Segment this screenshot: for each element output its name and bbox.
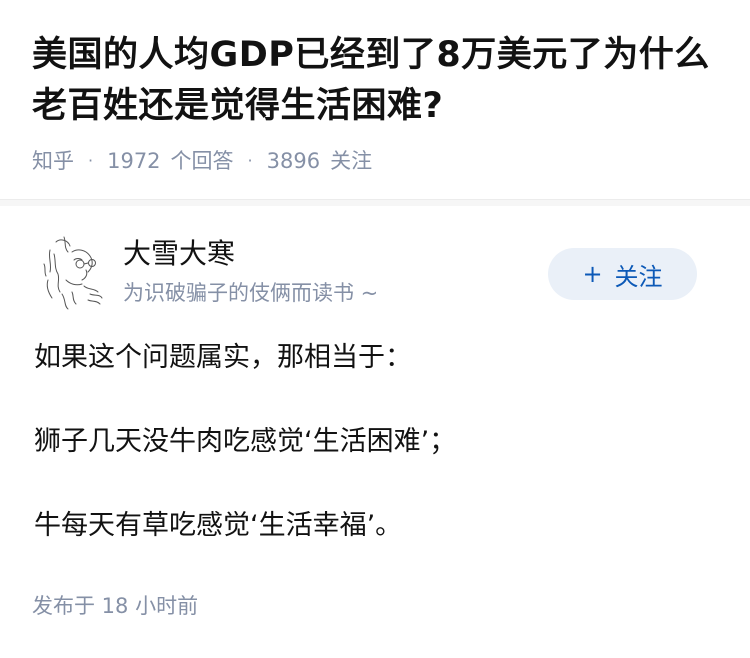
separator-dot: · [247, 150, 253, 170]
author-avatar[interactable] [42, 234, 106, 310]
sketch-avatar-icon [43, 236, 103, 310]
follow-button-label: 关注 [614, 262, 663, 291]
author-bio: 为识破骗子的伎俩而读书 ~ [123, 281, 379, 305]
answer-count[interactable]: 1972 个回答 [107, 145, 233, 175]
author-name[interactable]: 大雪大寒 [123, 236, 235, 272]
answer-content[interactable]: 如果这个问题属实，那相当于： 狮子几天没牛肉吃感觉‘生活困难’； 牛每天有草吃感… [34, 336, 724, 588]
follower-count-label: 关注 [330, 149, 373, 173]
answer-paragraph: 狮子几天没牛肉吃感觉‘生活困难’； [34, 426, 457, 457]
publish-time[interactable]: 发布于 18 小时前 [32, 591, 198, 621]
answer-card: 大雪大寒 为识破骗子的伎俩而读书 ~ + 关注 如果这个问题属实，那相当于： 狮… [0, 206, 750, 658]
source-label[interactable]: 知乎 [32, 145, 74, 175]
follower-count-number: 3896 [266, 149, 321, 173]
answer-paragraph: 牛每天有草吃感觉‘生活幸福’。 [34, 510, 403, 541]
question-meta: 知乎 · 1972 个回答 · 3896 关注 [32, 144, 372, 176]
section-divider [0, 199, 750, 206]
question-title[interactable]: 美国的人均GDP已经到了8万美元了为什么老百姓还是觉得生活困难? [32, 30, 722, 132]
plus-icon: + [582, 260, 603, 288]
answer-count-number: 1972 [107, 149, 161, 173]
follower-count[interactable]: 3896 关注 [267, 145, 372, 175]
separator-dot: · [88, 150, 94, 170]
answer-count-label: 个回答 [170, 149, 234, 173]
answer-paragraph: 如果这个问题属实，那相当于： [34, 342, 412, 373]
follow-button[interactable]: + 关注 [548, 248, 697, 300]
question-header: 美国的人均GDP已经到了8万美元了为什么老百姓还是觉得生活困难? 知乎 · 19… [0, 0, 750, 200]
